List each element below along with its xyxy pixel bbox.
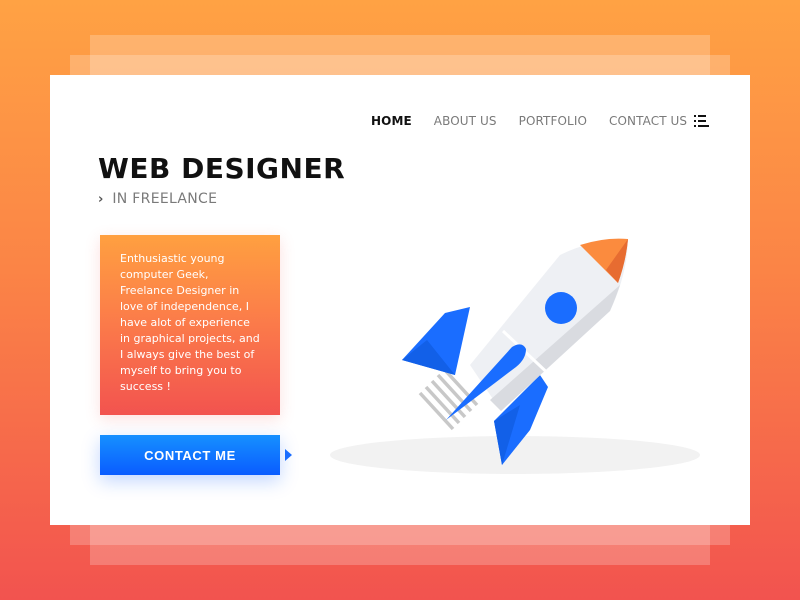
menu-bar: [698, 115, 706, 117]
subtitle: › IN FREELANCE: [98, 191, 217, 207]
landing-card: HOME ABOUT US PORTFOLIO CONTACT US WEB D…: [50, 75, 750, 525]
main-nav: HOME ABOUT US PORTFOLIO CONTACT US: [371, 114, 709, 128]
nav-item-portfolio[interactable]: PORTFOLIO: [519, 114, 587, 128]
list-menu-icon[interactable]: [694, 115, 710, 127]
menu-dot: [694, 125, 696, 127]
page-title: WEB DESIGNER: [98, 152, 346, 185]
triangle-right-icon: [285, 449, 292, 461]
menu-dot: [694, 115, 696, 117]
about-text: Enthusiastic young computer Geek, Freela…: [120, 252, 260, 393]
subtitle-text: IN FREELANCE: [112, 191, 218, 207]
rocket-window: [545, 292, 577, 324]
about-box: Enthusiastic young computer Geek, Freela…: [100, 235, 280, 415]
menu-bar: [698, 125, 709, 127]
menu-bar: [698, 120, 706, 122]
rocket-illustration: [330, 238, 700, 474]
menu-dot: [694, 120, 696, 122]
nav-item-home[interactable]: HOME: [371, 114, 412, 128]
nav-item-contact-us[interactable]: CONTACT US: [609, 114, 687, 128]
contact-me-button[interactable]: CONTACT ME: [100, 435, 280, 475]
nav-item-about-us[interactable]: ABOUT US: [434, 114, 497, 128]
chevron-right-icon: ›: [98, 191, 104, 207]
